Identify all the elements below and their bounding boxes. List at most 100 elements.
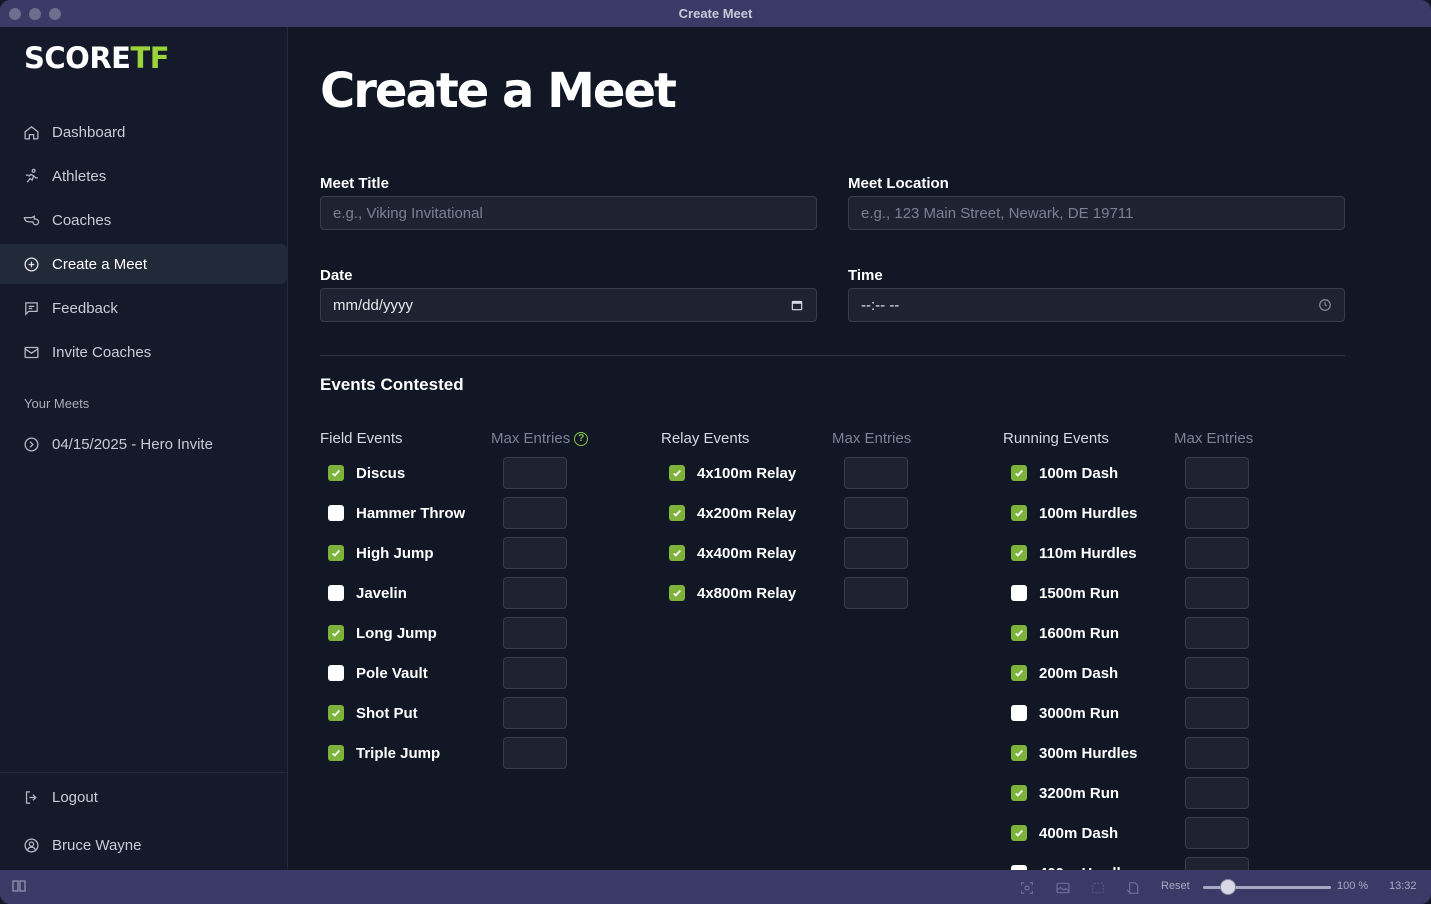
running-event-checkbox[interactable] (1011, 585, 1027, 601)
field-max-entries-input[interactable] (503, 457, 567, 489)
image-icon[interactable] (1054, 880, 1072, 896)
relay-event-checkbox[interactable] (669, 505, 685, 521)
field-event-row[interactable]: Hammer Throw (328, 497, 465, 529)
field-max-entries-input[interactable] (503, 577, 567, 609)
running-event-checkbox[interactable] (1011, 665, 1027, 681)
app-logo[interactable]: SCORETF (24, 41, 170, 75)
field-event-checkbox[interactable] (328, 745, 344, 761)
running-event-checkbox[interactable] (1011, 745, 1027, 761)
field-max-entries-input[interactable] (503, 537, 567, 569)
field-event-row[interactable]: Triple Jump (328, 737, 440, 769)
field-max-entries-input[interactable] (503, 497, 567, 529)
help-icon[interactable]: ? (574, 431, 589, 446)
running-event-checkbox[interactable] (1011, 705, 1027, 721)
running-event-row[interactable]: 1600m Run (1011, 617, 1119, 649)
relay-max-entries-input[interactable] (844, 497, 908, 529)
field-event-label: Shot Put (356, 704, 418, 722)
sidebar-item-coaches[interactable]: Coaches (0, 200, 287, 240)
running-event-row[interactable]: 1500m Run (1011, 577, 1119, 609)
crop-icon[interactable] (1089, 880, 1107, 896)
running-event-row[interactable]: 3200m Run (1011, 777, 1119, 809)
running-event-row[interactable]: 100m Dash (1011, 457, 1118, 489)
running-max-entries-input[interactable] (1185, 817, 1249, 849)
sidebar-item-create-meet[interactable]: Create a Meet (0, 244, 287, 284)
running-max-entries-input[interactable] (1185, 857, 1249, 870)
running-max-entries-input[interactable] (1185, 537, 1249, 569)
date-input[interactable]: mm/dd/yyyy (320, 288, 817, 322)
zoom-slider-thumb[interactable] (1220, 879, 1236, 895)
field-event-row[interactable]: Pole Vault (328, 657, 428, 689)
running-event-row[interactable]: 3000m Run (1011, 697, 1119, 729)
running-event-checkbox[interactable] (1011, 825, 1027, 841)
relay-event-row[interactable]: 4x800m Relay (669, 577, 796, 609)
field-event-checkbox[interactable] (328, 585, 344, 601)
field-event-checkbox[interactable] (328, 465, 344, 481)
relay-event-row[interactable]: 4x100m Relay (669, 457, 796, 489)
reset-button[interactable]: Reset (1161, 880, 1190, 892)
field-event-label: High Jump (356, 544, 434, 562)
field-event-checkbox[interactable] (328, 665, 344, 681)
relay-event-checkbox[interactable] (669, 545, 685, 561)
field-event-checkbox[interactable] (328, 705, 344, 721)
field-event-row[interactable]: Long Jump (328, 617, 437, 649)
running-event-row[interactable]: 400m Hurdles (1011, 857, 1137, 870)
logout-button[interactable]: Logout (0, 777, 287, 817)
running-event-row[interactable]: 110m Hurdles (1011, 537, 1137, 569)
field-event-checkbox[interactable] (328, 545, 344, 561)
relay-event-checkbox[interactable] (669, 465, 685, 481)
relay-max-entries-input[interactable] (844, 577, 908, 609)
running-max-entries-input[interactable] (1185, 697, 1249, 729)
sidebar-item-meet[interactable]: 04/15/2025 - Hero Invite (0, 424, 287, 464)
relay-event-row[interactable]: 4x400m Relay (669, 537, 796, 569)
sidebar-toggle-icon[interactable] (12, 880, 26, 892)
relay-max-entries-input[interactable] (844, 537, 908, 569)
running-max-entries-input[interactable] (1185, 657, 1249, 689)
running-event-row[interactable]: 200m Dash (1011, 657, 1118, 689)
sidebar-item-feedback[interactable]: Feedback (0, 288, 287, 328)
calendar-icon[interactable] (790, 298, 804, 312)
sidebar-item-invite-coaches[interactable]: Invite Coaches (0, 332, 287, 372)
running-event-row[interactable]: 400m Dash (1011, 817, 1118, 849)
running-event-checkbox[interactable] (1011, 545, 1027, 561)
running-max-entries-input[interactable] (1185, 737, 1249, 769)
close-window-button[interactable] (9, 8, 21, 20)
field-event-checkbox[interactable] (328, 625, 344, 641)
sidebar-item-athletes[interactable]: Athletes (0, 156, 287, 196)
field-event-checkbox[interactable] (328, 505, 344, 521)
running-event-row[interactable]: 300m Hurdles (1011, 737, 1137, 769)
field-max-entries-input[interactable] (503, 617, 567, 649)
running-event-row[interactable]: 100m Hurdles (1011, 497, 1137, 529)
minimize-window-button[interactable] (29, 8, 41, 20)
running-max-entries-input[interactable] (1185, 617, 1249, 649)
plus-circle-icon (23, 256, 40, 273)
date-value: mm/dd/yyyy (333, 296, 414, 314)
field-event-row[interactable]: Shot Put (328, 697, 418, 729)
sidebar-item-dashboard[interactable]: Dashboard (0, 112, 287, 152)
relay-max-entries-input[interactable] (844, 457, 908, 489)
meet-title-input[interactable]: e.g., Viking Invitational (320, 196, 817, 230)
running-max-entries-input[interactable] (1185, 457, 1249, 489)
field-max-entries-input[interactable] (503, 657, 567, 689)
clock-icon[interactable] (1318, 298, 1332, 312)
field-max-entries-input[interactable] (503, 697, 567, 729)
user-profile-button[interactable]: Bruce Wayne (0, 825, 287, 865)
field-event-row[interactable]: High Jump (328, 537, 434, 569)
field-max-entries-input[interactable] (503, 737, 567, 769)
rotate-icon[interactable] (1125, 880, 1141, 896)
time-input[interactable]: --:-- -- (848, 288, 1345, 322)
relay-event-checkbox[interactable] (669, 585, 685, 601)
running-event-checkbox[interactable] (1011, 465, 1027, 481)
running-max-entries-input[interactable] (1185, 497, 1249, 529)
screenshot-icon[interactable] (1019, 880, 1035, 896)
running-event-checkbox[interactable] (1011, 785, 1027, 801)
meet-location-input[interactable]: e.g., 123 Main Street, Newark, DE 19711 (848, 196, 1345, 230)
relay-event-row[interactable]: 4x200m Relay (669, 497, 796, 529)
relay-event-label: 4x400m Relay (697, 544, 797, 562)
running-event-checkbox[interactable] (1011, 505, 1027, 521)
field-event-row[interactable]: Javelin (328, 577, 407, 609)
maximize-window-button[interactable] (49, 8, 61, 20)
running-event-checkbox[interactable] (1011, 625, 1027, 641)
running-max-entries-input[interactable] (1185, 777, 1249, 809)
running-max-entries-input[interactable] (1185, 577, 1249, 609)
field-event-row[interactable]: Discus (328, 457, 405, 489)
